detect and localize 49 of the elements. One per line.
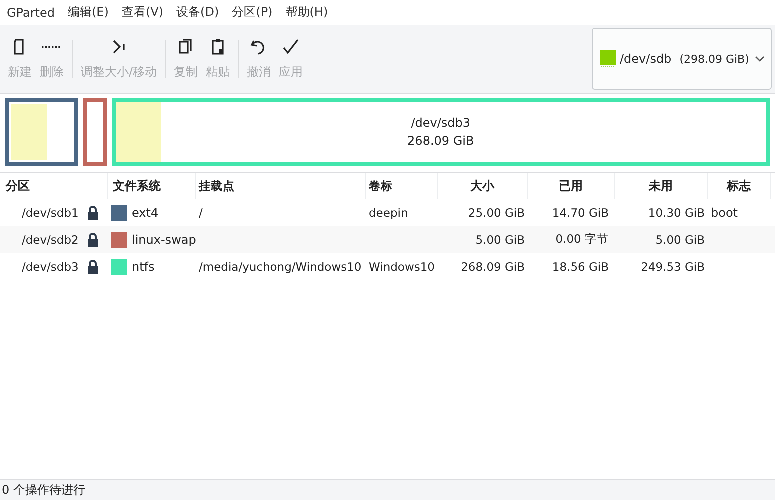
partition-row[interactable]: /dev/sdb1 ext4 / deepin 25.00 GiB 14.70 GiB 10.30 GiB boot [0,199,775,226]
check-icon [281,37,302,57]
menu-item[interactable]: 编辑(E) [68,4,109,21]
table-cell: ntfs [132,260,155,274]
table-cell-text: 5.00 GiB [474,232,526,248]
column-header[interactable]: 标志 [708,173,771,199]
column-header[interactable]: 分区 [0,173,108,199]
table-cell: Windows10 [369,260,435,274]
column-header[interactable]: 未用 [615,173,708,199]
table-cell: boot [711,206,738,220]
table-cell-text: 0.00 字节 [554,231,610,248]
column-header[interactable]: 文件系统 [108,173,196,199]
table-cell-text: 14.70 GiB [551,204,610,222]
partition-block[interactable]: /dev/sdb3 268.09 GiB [112,98,770,166]
status-bar: 0 个操作待进行 [0,479,775,500]
dash-icon [42,46,62,48]
partition-block[interactable] [5,98,78,166]
table-cell-text: 268.09 GiB [460,258,526,276]
table-cell-text: 10.30 GiB [647,204,706,222]
menu-item[interactable]: 帮助(H) [286,4,328,21]
menu-item[interactable]: 分区(P) [232,4,273,21]
partition-row[interactable]: /dev/sdb3 ntfs /media/yuchong/Windows10 Windows10 268.09 GiB 18.56 GiB 249.53 GiB [0,253,775,280]
partition-row[interactable]: /dev/sdb2 linux-swap 5.00 GiB 0.00 字节 5.00 GiB [0,226,775,253]
table-cell-text: 25.00 GiB [467,204,526,222]
table-cell: /media/yuchong/Windows10 [199,260,362,274]
partition-name: /dev/sdb3 [411,116,471,130]
table-cell: / [199,206,203,220]
device-name: /dev/sdb [620,52,672,66]
table-cell: linux-swap [132,232,196,246]
column-header[interactable]: 大小 [438,173,528,199]
partition-size: 268.09 GiB [408,134,474,148]
column-header[interactable]: 已用 [528,173,615,199]
table-cell-text: 249.53 GiB [640,258,706,276]
device-selector[interactable]: /dev/sdb (298.09 GiB) [592,28,772,90]
table-cell-text: /dev/sdb3 [21,258,80,276]
column-header[interactable]: 挂载点 [196,173,366,199]
table-cell: ext4 [132,206,159,220]
table-cell-text: 18.56 GiB [551,258,610,276]
caret-icon [755,56,765,62]
menu-item[interactable]: 设备(D) [176,4,220,21]
table-cell-text: 5.00 GiB [654,232,706,248]
table-cell: deepin [369,206,408,220]
partition-block[interactable] [82,98,107,166]
column-header[interactable]: 卷标 [366,173,438,199]
table-cell-text: /dev/sdb1 [21,204,80,222]
device-size: (298.09 GiB) [680,52,750,66]
table-cell-text: /dev/sdb2 [21,232,80,248]
menu-item[interactable]: 查看(V) [122,4,164,21]
menu-item[interactable]: GParted [7,6,55,20]
